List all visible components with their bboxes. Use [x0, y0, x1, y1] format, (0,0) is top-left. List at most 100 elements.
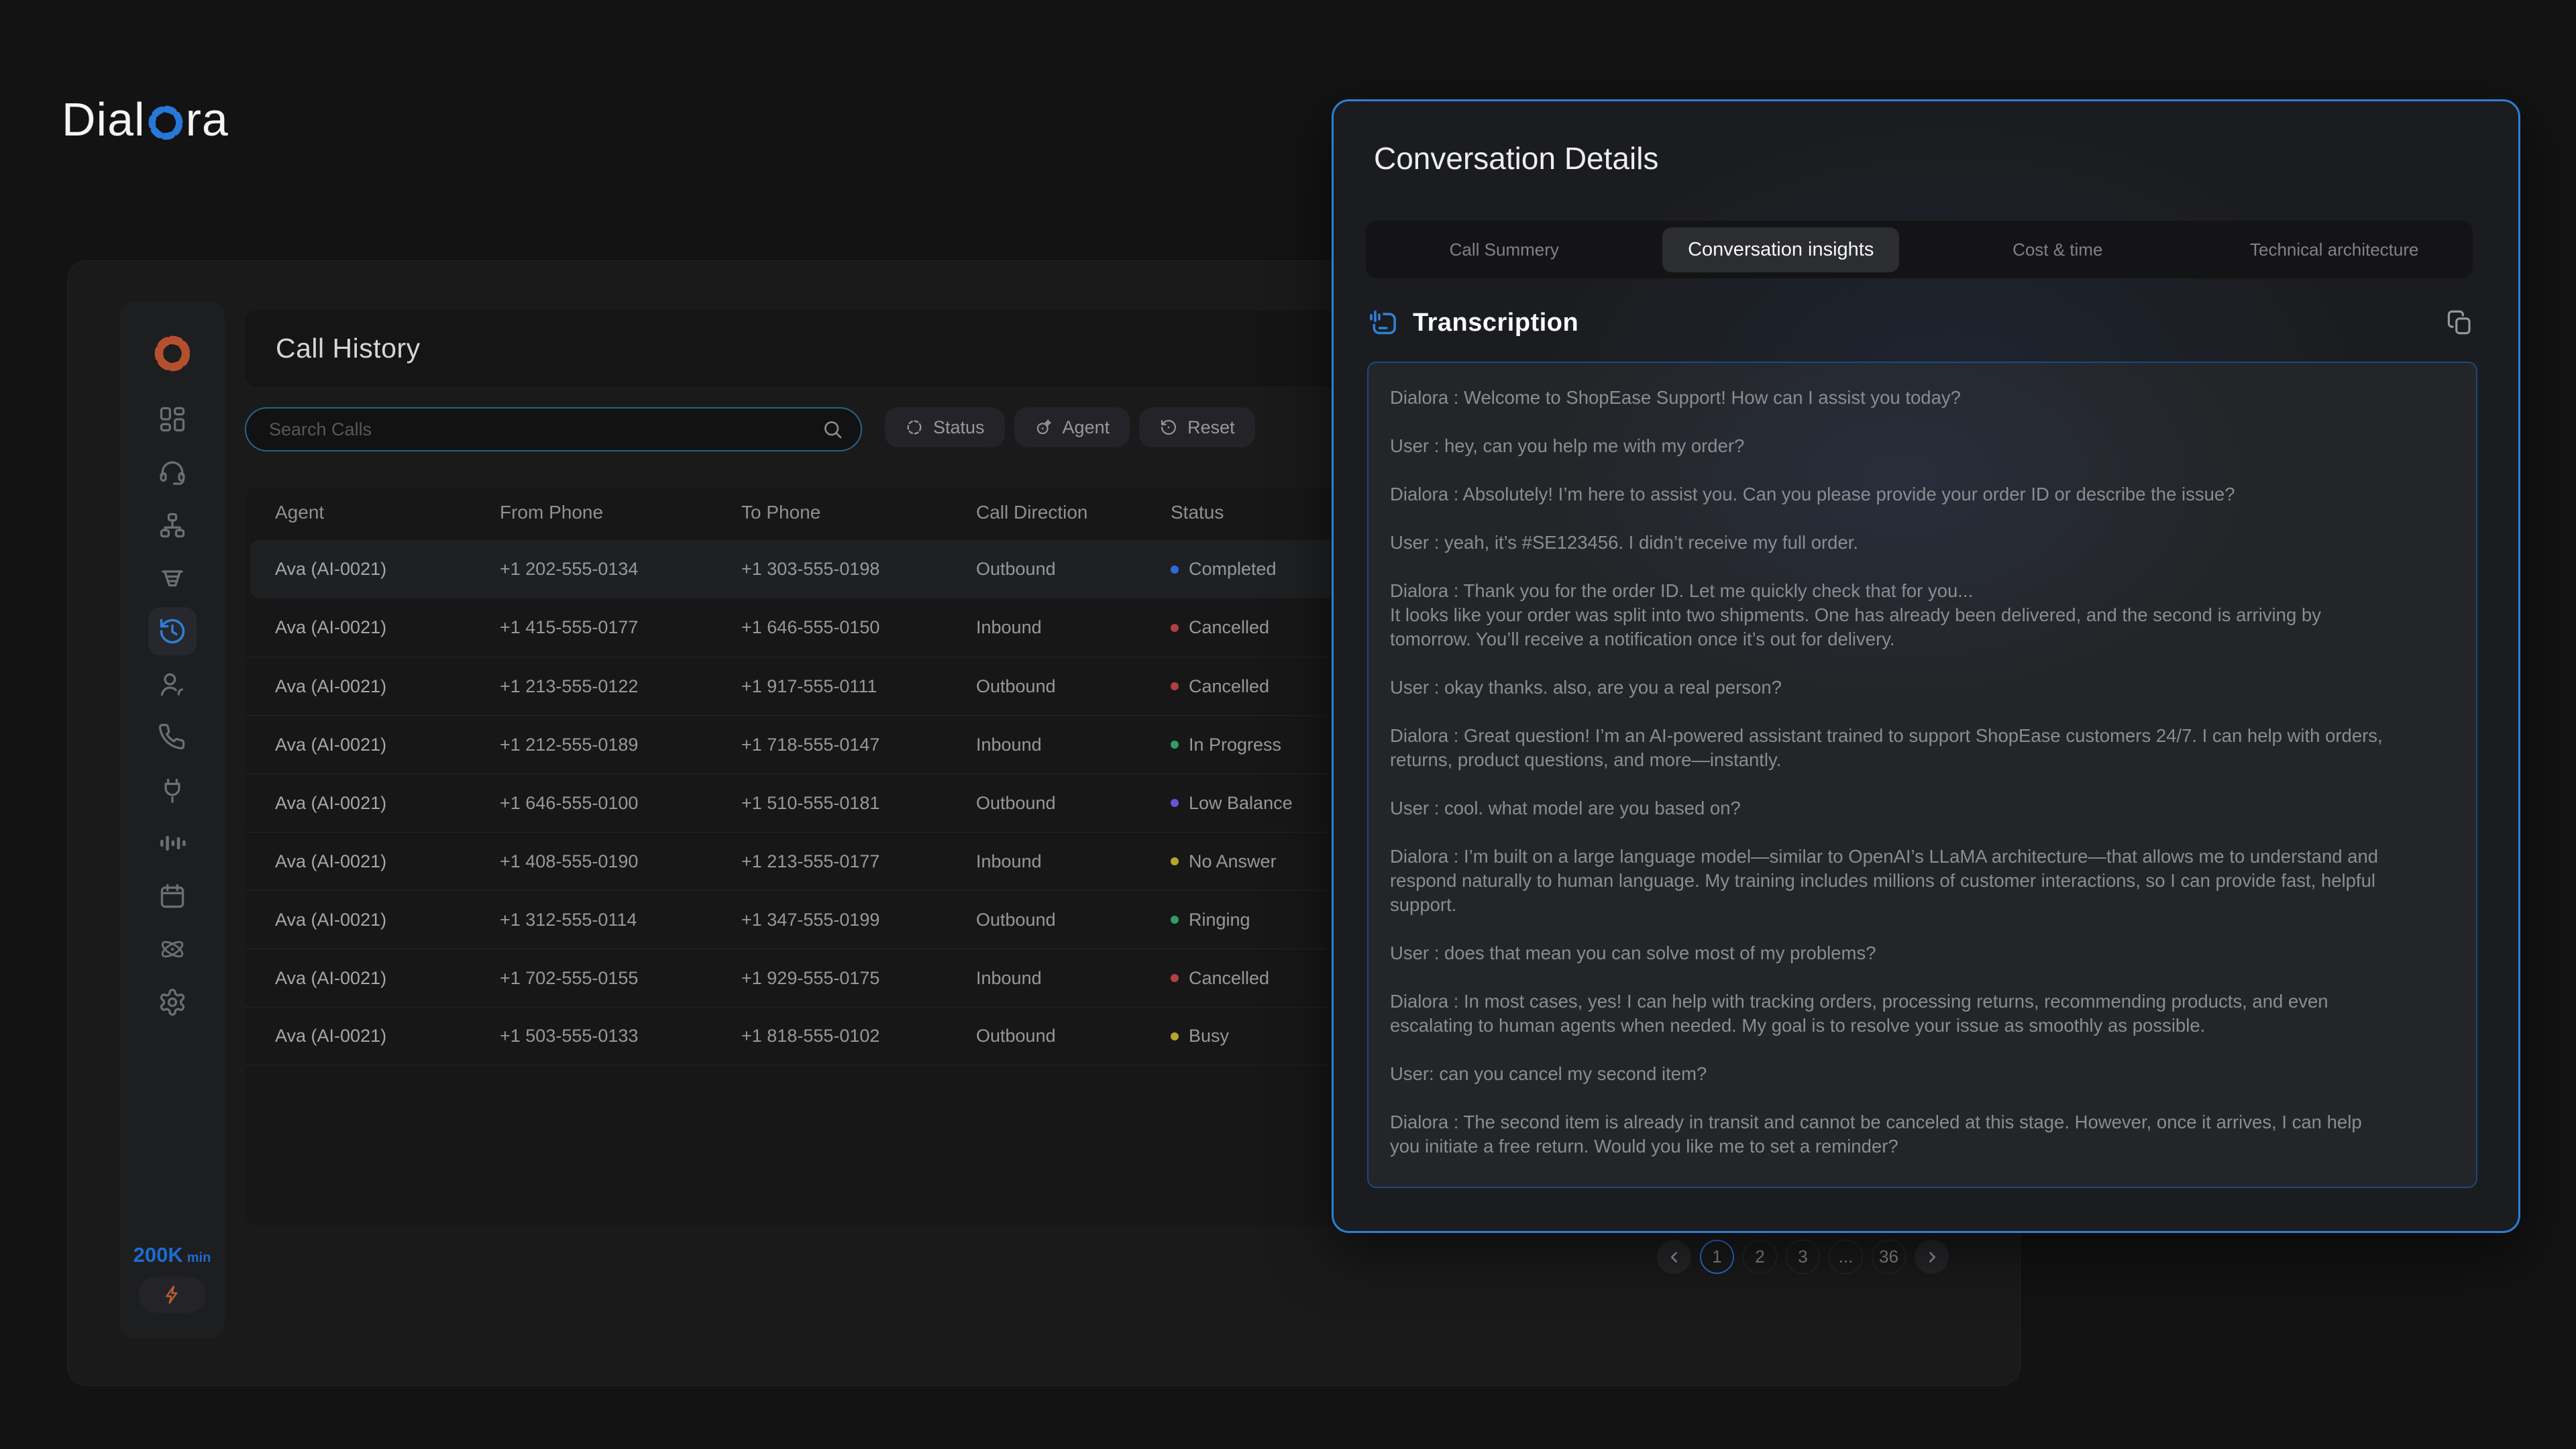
call-direction-cell: Inbound — [976, 617, 1171, 638]
status-dot — [1171, 624, 1179, 632]
search-input[interactable] — [246, 419, 822, 440]
status-dot — [1171, 1032, 1179, 1040]
copy-transcript-button[interactable] — [2446, 309, 2474, 337]
sidebar-usage: 200Kmin — [119, 1243, 225, 1313]
sidebar-item-call-history[interactable] — [148, 607, 197, 655]
sidebar-item-settings[interactable] — [148, 978, 197, 1026]
from-phone-cell: +1 702-555-0155 — [500, 968, 741, 989]
column-header: From Phone — [500, 502, 741, 523]
layout-dashboard-icon — [158, 405, 187, 434]
filter-label: Agent — [1063, 417, 1110, 438]
agent-cell: Ava (AI-0021) — [275, 851, 500, 872]
sidebar-item-contacts[interactable] — [148, 660, 197, 708]
to-phone-cell: +1 347-555-0199 — [741, 910, 976, 930]
transcript-message: Dialora : I’m built on a large language … — [1390, 845, 2389, 917]
section-title: Transcription — [1413, 309, 1578, 337]
sidebar-item-support[interactable] — [148, 448, 197, 496]
page-button-36[interactable]: 36 — [1872, 1240, 1906, 1274]
transcript-message: User : hey, can you help me with my orde… — [1390, 434, 2389, 458]
column-header: Agent — [275, 502, 500, 523]
search-box — [245, 407, 862, 451]
dashed-o-icon — [148, 105, 184, 141]
transcript-message: User: can you cancel my second item? — [1390, 1062, 2389, 1086]
page-button-3[interactable]: 3 — [1786, 1240, 1820, 1274]
transcript-message: Dialora : The second item is already in … — [1390, 1110, 2389, 1159]
target-sparkle-icon — [1034, 418, 1053, 437]
sidebar-logo-mark-icon — [154, 335, 191, 372]
status-label: Low Balance — [1189, 793, 1293, 814]
status-label: No Answer — [1189, 851, 1277, 872]
search-icon — [822, 419, 843, 440]
page-button-1[interactable]: 1 — [1700, 1240, 1734, 1274]
tab-label: Technical architecture — [2224, 228, 2444, 272]
tab-call-summery[interactable]: Call Summery — [1366, 228, 1643, 272]
from-phone-cell: +1 312-555-0114 — [500, 910, 741, 930]
chevron-left-icon — [1666, 1248, 1683, 1266]
status-label: Busy — [1189, 1026, 1229, 1046]
column-header: Call Direction — [976, 502, 1171, 523]
column-header: To Phone — [741, 502, 976, 523]
sidebar-item-ai-lab[interactable] — [148, 925, 197, 973]
agent-cell: Ava (AI-0021) — [275, 676, 500, 697]
tab-label: Call Summery — [1424, 228, 1585, 272]
sidebar-item-calls[interactable] — [148, 713, 197, 761]
to-phone-cell: +1 213-555-0177 — [741, 851, 976, 872]
tab-cost-time[interactable]: Cost & time — [1919, 228, 2196, 272]
call-direction-cell: Outbound — [976, 559, 1171, 580]
sidebar-item-integrations[interactable] — [148, 766, 197, 814]
call-direction-cell: Inbound — [976, 735, 1171, 755]
status-label: Ringing — [1189, 910, 1250, 930]
to-phone-cell: +1 929-555-0175 — [741, 968, 976, 989]
sidebar-item-voice[interactable] — [148, 819, 197, 867]
transcription-header: Transcription — [1367, 303, 2474, 343]
sidebar-item-flows[interactable] — [148, 501, 197, 549]
agent-cell: Ava (AI-0021) — [275, 1026, 500, 1046]
page-ellipsis[interactable]: ... — [1829, 1240, 1863, 1274]
sidebar-item-funnel[interactable] — [148, 554, 197, 602]
gear-icon — [158, 987, 187, 1017]
next-page-button[interactable] — [1915, 1240, 1949, 1274]
agent-cell: Ava (AI-0021) — [275, 793, 500, 814]
tab-technical-architecture[interactable]: Technical architecture — [2196, 228, 2473, 272]
transcript-panel[interactable]: Dialora : Welcome to ShopEase Support! H… — [1367, 362, 2477, 1188]
to-phone-cell: +1 303-555-0198 — [741, 559, 976, 580]
call-direction-cell: Outbound — [976, 910, 1171, 930]
call-direction-cell: Outbound — [976, 793, 1171, 814]
tab-conversation-insights[interactable]: Conversation insights — [1643, 227, 1920, 272]
status-label: Completed — [1189, 559, 1277, 580]
chevron-right-icon — [1923, 1248, 1941, 1266]
boost-button[interactable] — [139, 1277, 206, 1313]
reset-filter-button[interactable]: Reset — [1139, 407, 1255, 447]
from-phone-cell: +1 212-555-0189 — [500, 735, 741, 755]
status-dot — [1171, 741, 1179, 749]
transcript-message: User : cool. what model are you based on… — [1390, 796, 2389, 820]
agent-filter-button[interactable]: Agent — [1014, 407, 1130, 447]
status-label: Cancelled — [1189, 676, 1269, 697]
logo-text-left: Dial — [62, 93, 146, 146]
page-button-2[interactable]: 2 — [1743, 1240, 1777, 1274]
from-phone-cell: +1 646-555-0100 — [500, 793, 741, 814]
transcript-message-partial: User : — [1390, 1183, 2389, 1188]
from-phone-cell: +1 408-555-0190 — [500, 851, 741, 872]
filter-label: Reset — [1187, 417, 1235, 438]
conversation-details-modal: Conversation Details Call SummeryConvers… — [1332, 99, 2520, 1233]
sidebar-icons — [119, 395, 225, 1026]
plug-icon — [158, 775, 187, 805]
to-phone-cell: +1 917-555-0111 — [741, 676, 976, 697]
app-root: Dial ra Call History StatusAgentReset Ag… — [0, 0, 2576, 1449]
sitemap-icon — [158, 511, 187, 540]
transcript-message: Dialora : In most cases, yes! I can help… — [1390, 989, 2389, 1038]
to-phone-cell: +1 646-555-0150 — [741, 617, 976, 638]
transcript-message: Dialora : Absolutely! I’m here to assist… — [1390, 482, 2389, 506]
call-direction-cell: Inbound — [976, 968, 1171, 989]
sidebar-item-calendar[interactable] — [148, 872, 197, 920]
call-direction-cell: Outbound — [976, 1026, 1171, 1046]
dashed-circle-icon — [905, 418, 924, 437]
previous-page-button[interactable] — [1657, 1240, 1691, 1274]
pagination: 123... 36 — [1657, 1240, 1949, 1274]
sidebar-item-dashboard[interactable] — [148, 395, 197, 443]
agent-cell: Ava (AI-0021) — [275, 559, 500, 580]
sidebar: 200Kmin — [119, 301, 225, 1338]
transcript-message: Dialora : Great question! I’m an AI-powe… — [1390, 724, 2389, 772]
status-filter-button[interactable]: Status — [885, 407, 1005, 447]
